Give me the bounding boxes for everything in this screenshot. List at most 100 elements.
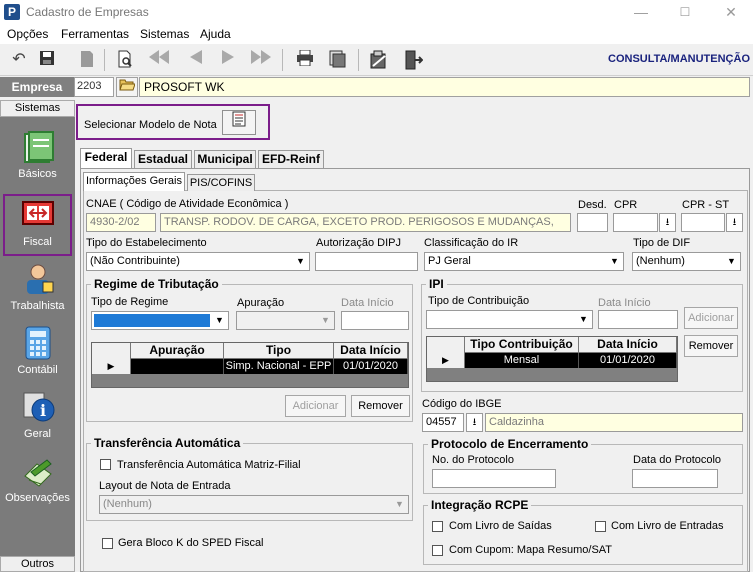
folder-open-icon[interactable]: [116, 77, 138, 97]
autorizacao-dipj-field[interactable]: [315, 252, 418, 271]
tipo-dif-select[interactable]: (Nenhum) ▼: [632, 252, 741, 271]
next-record-icon[interactable]: [218, 50, 240, 70]
regime-add-button[interactable]: Adicionar: [285, 395, 346, 417]
transferencia-checkbox[interactable]: [100, 459, 111, 473]
regime-remove-button[interactable]: Remover: [351, 395, 410, 417]
print-batch-icon[interactable]: [326, 50, 348, 70]
close-button[interactable]: ✕: [716, 3, 746, 21]
exit-icon[interactable]: [402, 50, 424, 70]
last-record-icon[interactable]: [250, 50, 272, 70]
tipo-estabelecimento-select[interactable]: (Não Contribuinte) ▼: [86, 252, 310, 271]
sidebar-item-contabil[interactable]: Contábil: [0, 324, 75, 384]
print-icon[interactable]: [294, 49, 316, 70]
column-header-data-inicio[interactable]: Data Início: [334, 343, 408, 359]
tab-estadual[interactable]: Estadual: [134, 150, 192, 168]
tab-efd-reinf[interactable]: EFD-Reinf: [258, 150, 324, 168]
sidebar-footer-outros[interactable]: Outros: [0, 556, 75, 572]
column-header-apuracao[interactable]: Apuração: [131, 343, 224, 359]
save-icon[interactable]: [36, 50, 58, 70]
maximize-button[interactable]: ☐: [670, 3, 700, 21]
sidebar-item-geral[interactable]: i Geral: [0, 388, 75, 448]
ibge-code-field[interactable]: 04557: [422, 413, 464, 432]
column-header-tipo[interactable]: Tipo: [224, 343, 334, 359]
menu-ferramentas[interactable]: Ferramentas: [61, 27, 129, 41]
cpr-st-field[interactable]: [681, 213, 725, 232]
sidebar-item-trabalhista[interactable]: Trabalhista: [0, 260, 75, 320]
tipo-contribuicao-select[interactable]: ▼: [426, 310, 593, 329]
ibge-city-field[interactable]: Caldazinha: [485, 413, 743, 432]
bloco-k-checkbox[interactable]: [102, 538, 113, 552]
tab-municipal[interactable]: Municipal: [194, 150, 256, 168]
ipi-add-button[interactable]: Adicionar: [684, 307, 738, 329]
desd-field[interactable]: [577, 213, 608, 232]
menu-ajuda[interactable]: Ajuda: [200, 27, 231, 41]
cpr-field[interactable]: [613, 213, 658, 232]
table-cell[interactable]: Mensal: [465, 353, 579, 368]
sidebar-item-fiscal[interactable]: Fiscal: [0, 196, 75, 256]
fiscal-icon: [21, 198, 55, 232]
cpr-label: CPR: [614, 199, 638, 211]
empresa-code-field[interactable]: 2203: [74, 77, 114, 97]
table-cell[interactable]: Simp. Nacional - EPP: [224, 359, 334, 374]
ipi-data-inicio-field[interactable]: [598, 310, 678, 329]
select-model-button[interactable]: [222, 110, 256, 135]
subtab-pis-cofins[interactable]: PIS/COFINS: [187, 174, 255, 191]
contabil-icon: [21, 326, 55, 360]
apuracao-select[interactable]: ▼: [236, 311, 335, 330]
tipo-estabelecimento-label: Tipo do Estabelecimento: [86, 237, 207, 249]
rcpe-cupom-checkbox[interactable]: [432, 545, 443, 559]
ibge-label: Código do IBGE: [422, 398, 502, 410]
apuracao-label: Apuração: [237, 297, 285, 309]
tab-federal[interactable]: Federal: [80, 148, 132, 168]
column-header-tipo-contribuicao[interactable]: Tipo Contribuição: [465, 337, 579, 353]
modelo-label: Selecionar Modelo de Nota: [84, 119, 217, 131]
sidebar-item-label: Geral: [24, 428, 51, 440]
rcpe-entradas-label: Com Livro de Entradas: [611, 520, 724, 532]
minimize-button[interactable]: —: [626, 3, 656, 21]
regime-data-inicio-field[interactable]: [341, 311, 409, 330]
table-cell[interactable]: 01/01/2020: [334, 359, 408, 374]
numero-protocolo-label: No. do Protocolo: [432, 454, 514, 466]
ipi-remove-button[interactable]: Remover: [684, 335, 738, 357]
table-cell[interactable]: 01/01/2020: [579, 353, 677, 368]
layout-nota-select[interactable]: (Nenhum) ▼: [99, 495, 409, 514]
rcpe-saidas-checkbox[interactable]: [432, 521, 443, 535]
empresa-label: Empresa: [0, 77, 74, 97]
menu-opcoes[interactable]: Opções: [7, 27, 48, 41]
undo-icon[interactable]: ↶: [8, 50, 30, 70]
regime-data-inicio-label: Data Início: [341, 297, 394, 309]
table-cell[interactable]: [131, 359, 224, 374]
regime-title: Regime de Tributação: [91, 277, 222, 291]
chevron-down-icon: ▼: [296, 256, 305, 266]
menu-sistemas[interactable]: Sistemas: [140, 27, 189, 41]
cpr-download-icon[interactable]: ⭳: [659, 213, 676, 232]
rcpe-group: [423, 505, 743, 565]
preview-icon[interactable]: [114, 50, 136, 70]
prev-record-icon[interactable]: [184, 50, 206, 70]
tipo-regime-label: Tipo de Regime: [91, 296, 169, 308]
first-record-icon[interactable]: [148, 50, 170, 70]
save-disabled-icon[interactable]: [76, 50, 98, 70]
classificacao-ir-select[interactable]: PJ Geral ▼: [424, 252, 624, 271]
rcpe-entradas-checkbox[interactable]: [595, 521, 606, 535]
sidebar-item-basicos[interactable]: Básicos: [0, 128, 75, 188]
subtab-informacoes-gerais[interactable]: Informações Gerais: [83, 172, 185, 191]
selection-highlight: [94, 314, 210, 327]
chevron-down-icon: ▼: [395, 499, 404, 509]
ibge-download-icon[interactable]: ⭳: [466, 413, 483, 432]
sidebar-item-observacoes[interactable]: Observações: [0, 452, 75, 512]
autorizacao-dipj-label: Autorização DIPJ: [316, 237, 401, 249]
sidebar-header-sistemas[interactable]: Sistemas: [0, 100, 75, 117]
column-header-data-inicio[interactable]: Data Início: [579, 337, 677, 353]
chevron-down-icon: ▼: [215, 315, 224, 325]
numero-protocolo-field[interactable]: [432, 469, 556, 488]
cnae-description-field[interactable]: TRANSP. RODOV. DE CARGA, EXCETO PROD. PE…: [160, 213, 571, 232]
cpr-st-download-icon[interactable]: ⭳: [726, 213, 743, 232]
tools-icon[interactable]: [368, 50, 390, 70]
data-protocolo-field[interactable]: [632, 469, 718, 488]
layout-nota-value: (Nenhum): [103, 498, 152, 510]
empresa-name-field[interactable]: PROSOFT WK: [139, 77, 750, 97]
cnae-code-field[interactable]: 4930-2/02: [86, 213, 156, 232]
app-logo-icon: P: [4, 4, 20, 20]
tipo-regime-select[interactable]: ▼: [91, 311, 229, 330]
